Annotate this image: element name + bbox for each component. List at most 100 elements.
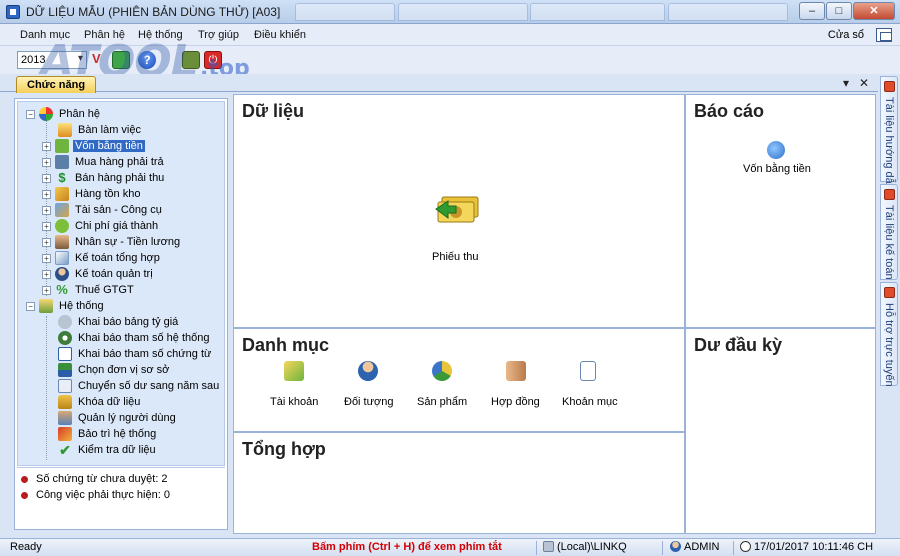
label-khoan-muc[interactable]: Khoản mục: [562, 396, 618, 408]
tree-item-nhan-su[interactable]: + Nhân sự - Tiền lương: [42, 234, 182, 250]
tree-item-ban-lam-viec[interactable]: Bàn làm việc: [58, 122, 143, 138]
tree-item-tai-san[interactable]: + Tài sản - Công cụ: [42, 202, 164, 218]
menu-danh-muc[interactable]: Danh mục: [20, 29, 70, 41]
tree-item-chuyen-so-du[interactable]: Chuyển số dư sang năm sau: [58, 378, 221, 394]
refresh-icon[interactable]: [112, 51, 130, 69]
tree-group-phan-he[interactable]: − Phân hệ: [26, 106, 102, 122]
cost-icon: [55, 219, 69, 233]
tree-item-mua-hang[interactable]: + Mua hàng phải trả: [42, 154, 166, 170]
report-cash-icon[interactable]: [767, 141, 785, 159]
tree-item-chi-phi[interactable]: + Chi phí giá thành: [42, 218, 160, 234]
expand-icon[interactable]: +: [42, 173, 51, 183]
expand-icon[interactable]: +: [42, 157, 51, 167]
tree-item-ty-gia[interactable]: Khai báo bảng tỷ giá: [58, 314, 180, 330]
close-panel-icon[interactable]: ✕: [859, 76, 869, 90]
handshake-icon[interactable]: [506, 361, 526, 381]
pin-dropdown-icon[interactable]: ▾: [843, 76, 849, 90]
label-doi-tuong[interactable]: Đối tượng: [344, 396, 393, 408]
customer-icon[interactable]: [358, 361, 378, 381]
menu-dieu-khien[interactable]: Điều khiển: [254, 29, 306, 41]
support-icon: [884, 287, 895, 298]
manager-icon: [55, 267, 69, 281]
tree-item-tham-so-chung-tu[interactable]: Khai báo tham số chứng từ: [58, 346, 213, 362]
pending-tasks[interactable]: Công việc phải thực hiện: 0: [21, 489, 170, 501]
tree-item-ke-toan-tong-hop[interactable]: + Kế toán tổng hợp: [42, 250, 162, 266]
menu-bar: Danh mục Phân hệ Hệ thống Trợ giúp Điều …: [0, 24, 900, 46]
tree-item-hang-ton-kho[interactable]: + Hàng tồn kho: [42, 186, 142, 202]
tree-item-ban-hang[interactable]: + $ Bán hàng phải thu: [42, 170, 166, 186]
account-icon[interactable]: [284, 361, 304, 381]
window-restore-icon[interactable]: [876, 28, 892, 42]
tree-item-von-bang-tien[interactable]: + Vốn bằng tiền: [42, 138, 145, 154]
book-icon: [884, 81, 895, 92]
label-hop-dong[interactable]: Hợp đồng: [491, 396, 540, 408]
tree-item-thue-gtgt[interactable]: + % Thuế GTGT: [42, 282, 136, 298]
menu-tro-giup[interactable]: Trợ giúp: [198, 29, 239, 41]
tree-group-he-thong[interactable]: − Hệ thống: [26, 298, 106, 314]
product-icon[interactable]: [432, 361, 452, 381]
tree-item-tham-so-he-thong[interactable]: Khai báo tham số hệ thống: [58, 330, 211, 346]
pending-vouchers[interactable]: Số chứng từ chưa duyệt: 2: [21, 473, 168, 485]
close-button[interactable]: ✕: [853, 2, 895, 20]
tree-item-bao-tri[interactable]: Bảo trì hệ thống: [58, 426, 158, 442]
server-status: (Local)\LINKQ: [543, 541, 627, 553]
exit-icon[interactable]: ⏻: [204, 51, 222, 69]
v-icon[interactable]: V: [92, 51, 101, 69]
tree-item-khoa-du-lieu[interactable]: Khóa dữ liệu: [58, 394, 142, 410]
voucher-settings-icon: [58, 347, 72, 361]
calculator-icon[interactable]: [182, 51, 200, 69]
opening-balance-panel: Dư đầu kỳ: [685, 328, 876, 534]
menu-phan-he[interactable]: Phân hệ: [84, 29, 125, 41]
menu-he-thong[interactable]: Hệ thống: [138, 29, 183, 41]
label-phieu-thu[interactable]: Phiếu thu: [432, 251, 478, 263]
side-tab-strip: Tài liệu hướng dẫn Tài liệu kế toán Hỗ t…: [878, 74, 900, 534]
side-tab-ho-tro[interactable]: Hỗ trợ trực tuyến: [880, 282, 898, 387]
minimize-button[interactable]: –: [799, 2, 825, 20]
menu-cua-so[interactable]: Cửa sổ: [828, 29, 864, 41]
help-icon[interactable]: ?: [138, 51, 156, 69]
tree-item-don-vi-so-so[interactable]: Chọn đơn vị sơ sở: [58, 362, 171, 378]
desk-icon: [58, 123, 72, 137]
navigation-panel: − Phân hệ Bàn làm việc + Vốn bằng tiền +…: [14, 98, 228, 530]
label-san-pham[interactable]: Sản phẩm: [417, 396, 467, 408]
tree-item-kiem-tra[interactable]: ✔ Kiểm tra dữ liệu: [58, 442, 158, 458]
lock-icon: [58, 395, 72, 409]
title-bar: DỮ LIỆU MẪU (PHIÊN BẢN DÙNG THỬ) [A03] –…: [0, 0, 900, 24]
expand-icon[interactable]: +: [42, 237, 51, 247]
expand-icon[interactable]: +: [42, 253, 51, 263]
data-panel: Dữ liệu Phiếu thu: [233, 94, 685, 328]
receipt-icon[interactable]: [434, 195, 482, 225]
expand-icon[interactable]: +: [42, 285, 51, 295]
panel-title-du-lieu: Dữ liệu: [242, 101, 305, 121]
function-tree: − Phân hệ Bàn làm việc + Vốn bằng tiền +…: [17, 101, 225, 466]
side-tab-ke-toan[interactable]: Tài liệu kế toán: [880, 184, 898, 280]
book-icon: [884, 189, 895, 200]
tree-item-quan-ly-nguoi-dung[interactable]: Quản lý người dùng: [58, 410, 178, 426]
user-icon: [670, 541, 681, 552]
collapse-icon[interactable]: −: [26, 109, 35, 119]
expand-icon[interactable]: +: [42, 269, 51, 279]
people-icon: [55, 235, 69, 249]
label-bao-cao-von-bang-tien[interactable]: Vốn bằng tiền: [743, 163, 811, 175]
tree-item-ke-toan-quan-tri[interactable]: + Kế toán quản trị: [42, 266, 155, 282]
notification-area: Số chứng từ chưa duyệt: 2 Công việc phải…: [17, 467, 225, 525]
dollar-icon: $: [58, 170, 66, 185]
collapse-icon[interactable]: −: [26, 301, 35, 311]
year-select[interactable]: 2013: [17, 51, 87, 69]
expand-icon[interactable]: +: [42, 141, 51, 151]
org-chart-icon: [58, 363, 72, 377]
document-icon[interactable]: [580, 361, 596, 381]
status-ready: Ready: [10, 541, 42, 553]
money-icon: [55, 139, 69, 153]
maximize-button[interactable]: □: [826, 2, 852, 20]
side-tab-huong-dan[interactable]: Tài liệu hướng dẫn: [880, 76, 898, 190]
tab-chuc-nang[interactable]: Chức năng: [16, 76, 97, 93]
check-icon: ✔: [59, 442, 71, 458]
label-tai-khoan[interactable]: Tài khoản: [270, 396, 318, 408]
expand-icon[interactable]: +: [42, 189, 51, 199]
window-controls: – □ ✕: [799, 2, 895, 20]
modules-icon: [39, 107, 53, 121]
expand-icon[interactable]: +: [42, 205, 51, 215]
cart-icon: [55, 155, 69, 169]
expand-icon[interactable]: +: [42, 221, 51, 231]
